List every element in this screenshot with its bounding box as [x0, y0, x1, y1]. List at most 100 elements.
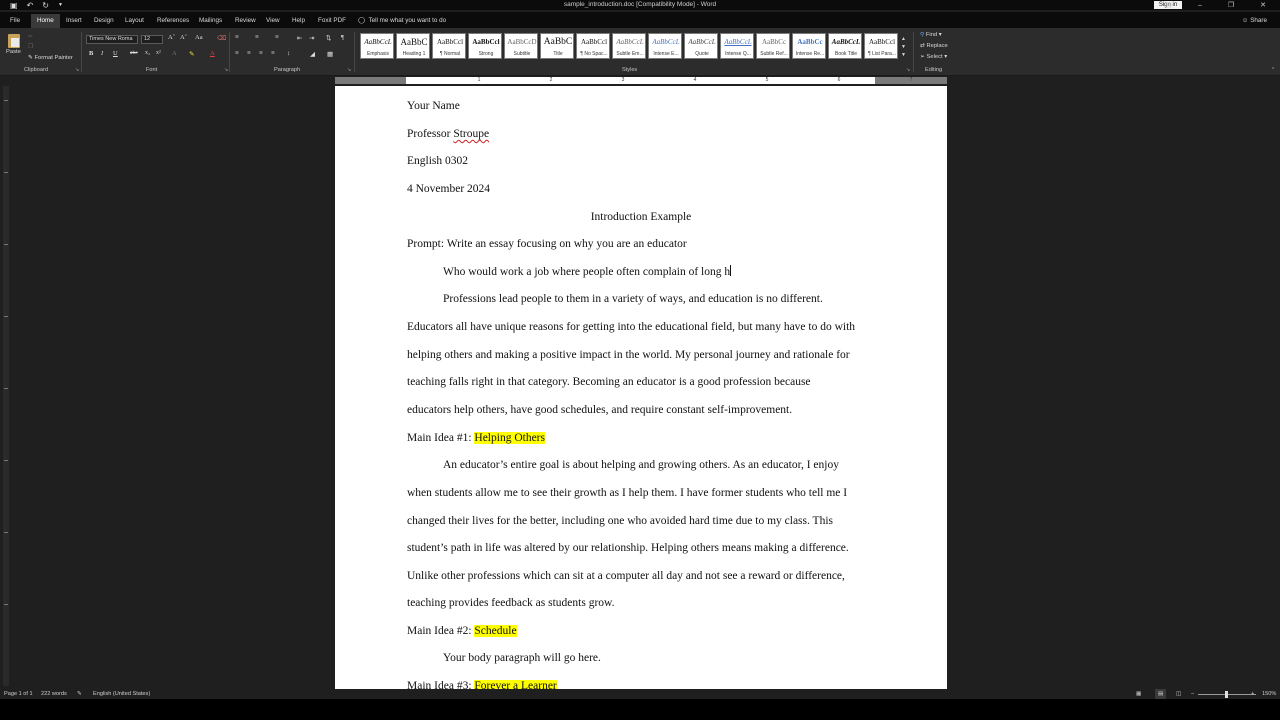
clipboard-launcher-icon[interactable]: ↘ [75, 67, 79, 73]
maximize-icon[interactable]: ❐ [1228, 1, 1234, 9]
tell-me-search[interactable]: ◯ Tell me what you want to do [358, 15, 446, 27]
gallery-more-icon[interactable]: ▼ [901, 52, 906, 58]
tab-layout[interactable]: Layout [125, 15, 144, 27]
focus-mode-icon[interactable]: ▦ [1136, 689, 1141, 699]
document-page[interactable]: Your Name Professor Stroupe English 0302… [335, 86, 947, 689]
multilevel-list-icon[interactable]: ≡ [275, 34, 279, 41]
paragraph-launcher-icon[interactable]: ↘ [347, 67, 351, 73]
body2-line[interactable]: Your body paragraph will go here. [443, 651, 601, 665]
justify-icon[interactable]: ≡ [271, 50, 275, 57]
language-indicator[interactable]: English (United States) [93, 689, 150, 699]
cut-icon[interactable]: ✂ [28, 34, 33, 40]
intro-first-line[interactable]: Professions lead people to them in a var… [443, 292, 823, 306]
style-tile[interactable]: AaBbCcl ¶ List Para... [864, 33, 898, 59]
essay-title[interactable]: Introduction Example [335, 210, 947, 224]
intro-line[interactable]: educators help others, have good schedul… [407, 403, 792, 417]
underline-icon[interactable]: U [113, 50, 118, 57]
text-effects-icon[interactable]: A [172, 50, 177, 57]
decrease-indent-icon[interactable]: ⇤ [297, 34, 302, 42]
find-button[interactable]: ⚲ Find ▾ [920, 32, 942, 38]
line-spacing-icon[interactable]: ↕ [287, 50, 290, 57]
italic-icon[interactable]: I [101, 50, 103, 57]
style-tile[interactable]: AaBbCc Subtle Ref... [756, 33, 790, 59]
body1-line[interactable]: teaching provides feedback as students g… [407, 596, 614, 610]
font-launcher-icon[interactable]: ↘ [224, 67, 228, 73]
minimize-icon[interactable]: – [1198, 2, 1202, 9]
zoom-slider-thumb[interactable] [1225, 691, 1228, 698]
styles-launcher-icon[interactable]: ↘ [906, 67, 910, 73]
shading-icon[interactable]: ◢ [310, 50, 315, 58]
share-button[interactable]: ☺ Share [1242, 15, 1267, 27]
font-name-select[interactable]: Times New Roma [86, 35, 138, 44]
font-size-select[interactable]: 12 [141, 35, 163, 44]
print-layout-icon[interactable]: ▤ [1155, 689, 1167, 699]
main-idea-2[interactable]: Main Idea #2: Schedule [407, 624, 517, 638]
copy-icon[interactable]: ❐ [28, 44, 33, 50]
date-line[interactable]: 4 November 2024 [407, 182, 490, 196]
vertical-ruler[interactable] [3, 86, 9, 686]
style-tile[interactable]: AaBbCcL Intense Q... [720, 33, 754, 59]
clear-formatting-icon[interactable]: ⌫ [217, 34, 226, 42]
superscript-icon[interactable]: x² [156, 50, 161, 56]
body1-line[interactable]: Unlike other professions which can sit a… [407, 569, 845, 583]
page-count[interactable]: Page 1 of 1 [4, 689, 33, 699]
style-tile[interactable]: AaBbC Heading 1 [396, 33, 430, 59]
style-tile[interactable]: AaBbCcL Intense E... [648, 33, 682, 59]
style-tile[interactable]: AaBbCcl Strong [468, 33, 502, 59]
style-tile[interactable]: AaBbCcl ¶ Normal [432, 33, 466, 59]
zoom-level[interactable]: 150% [1262, 689, 1276, 699]
body1-first-line[interactable]: An educator’s entire goal is about helpi… [443, 458, 839, 472]
ribbon-display-icon[interactable]: ▤ [1165, 1, 1172, 9]
collapse-ribbon-icon[interactable]: ⌃ [1271, 67, 1275, 73]
replace-button[interactable]: ⇄ Replace [920, 43, 948, 49]
style-tile[interactable]: AaBbCcL Quote [684, 33, 718, 59]
format-painter-button[interactable]: ✎ Format Painter [28, 55, 73, 61]
tab-mailings[interactable]: Mailings [199, 15, 222, 27]
style-tile[interactable]: AaBbC Title [540, 33, 574, 59]
tab-home[interactable]: Home [31, 14, 60, 28]
tab-insert[interactable]: Insert [66, 15, 82, 27]
style-tile[interactable]: AaBbCcl ¶ No Spac... [576, 33, 610, 59]
numbering-icon[interactable]: ≡ [255, 34, 259, 41]
author-name[interactable]: Your Name [407, 99, 460, 113]
change-case-icon[interactable]: Aa [195, 34, 203, 41]
increase-indent-icon[interactable]: ⇥ [309, 34, 314, 42]
body1-line[interactable]: student’s path in life was altered by ou… [407, 541, 849, 555]
align-right-icon[interactable]: ≡ [259, 50, 263, 57]
tab-help[interactable]: Help [292, 15, 305, 27]
tab-design[interactable]: Design [94, 15, 114, 27]
strikethrough-icon[interactable]: abc [130, 50, 138, 56]
paste-icon[interactable] [8, 34, 20, 48]
tab-review[interactable]: Review [235, 15, 256, 27]
gallery-scroll-up-icon[interactable]: ▲ [901, 36, 906, 42]
shrink-font-icon[interactable]: Aˇ [180, 34, 187, 41]
font-color-icon[interactable]: A [210, 50, 215, 57]
main-idea-3[interactable]: Main Idea #3: Forever a Learner [407, 679, 557, 689]
main-idea-1[interactable]: Main Idea #1: Helping Others [407, 431, 545, 445]
grow-font-icon[interactable]: Aˆ [168, 34, 175, 41]
typing-line[interactable]: Who would work a job where people often … [443, 265, 732, 279]
course-line[interactable]: English 0302 [407, 154, 468, 168]
intro-line[interactable]: helping others and making a positive imp… [407, 348, 850, 362]
gallery-scroll-down-icon[interactable]: ▼ [901, 44, 906, 50]
align-center-icon[interactable]: ≡ [247, 50, 251, 57]
bold-icon[interactable]: B [89, 50, 93, 57]
style-tile[interactable]: AaBbCc Intense Re... [792, 33, 826, 59]
style-tile[interactable]: AaBbCcL Subtle Em... [612, 33, 646, 59]
paste-button[interactable]: Paste [6, 49, 21, 55]
bullets-icon[interactable]: ≡ [235, 34, 239, 41]
body1-line[interactable]: changed their lives for the better, incl… [407, 514, 833, 528]
professor-line[interactable]: Professor Stroupe [407, 127, 489, 141]
style-tile[interactable]: AaBbCcD Subtitle [504, 33, 538, 59]
tab-view[interactable]: View [266, 15, 280, 27]
style-tile[interactable]: AaBbCcL Book Title [828, 33, 862, 59]
close-icon[interactable]: ✕ [1260, 1, 1266, 9]
style-tile[interactable]: AaBbCcL Emphasis [360, 33, 394, 59]
align-left-icon[interactable]: ≡ [235, 50, 239, 57]
horizontal-ruler[interactable]: 1 2 3 4 5 6 7 [0, 76, 1280, 85]
tab-foxit-pdf[interactable]: Foxit PDF [318, 15, 346, 27]
tab-file[interactable]: File [10, 15, 20, 27]
proofing-icon[interactable]: ✎ [77, 689, 82, 699]
body1-line[interactable]: when students allow me to see their grow… [407, 486, 847, 500]
show-marks-icon[interactable]: ¶ [341, 34, 344, 41]
